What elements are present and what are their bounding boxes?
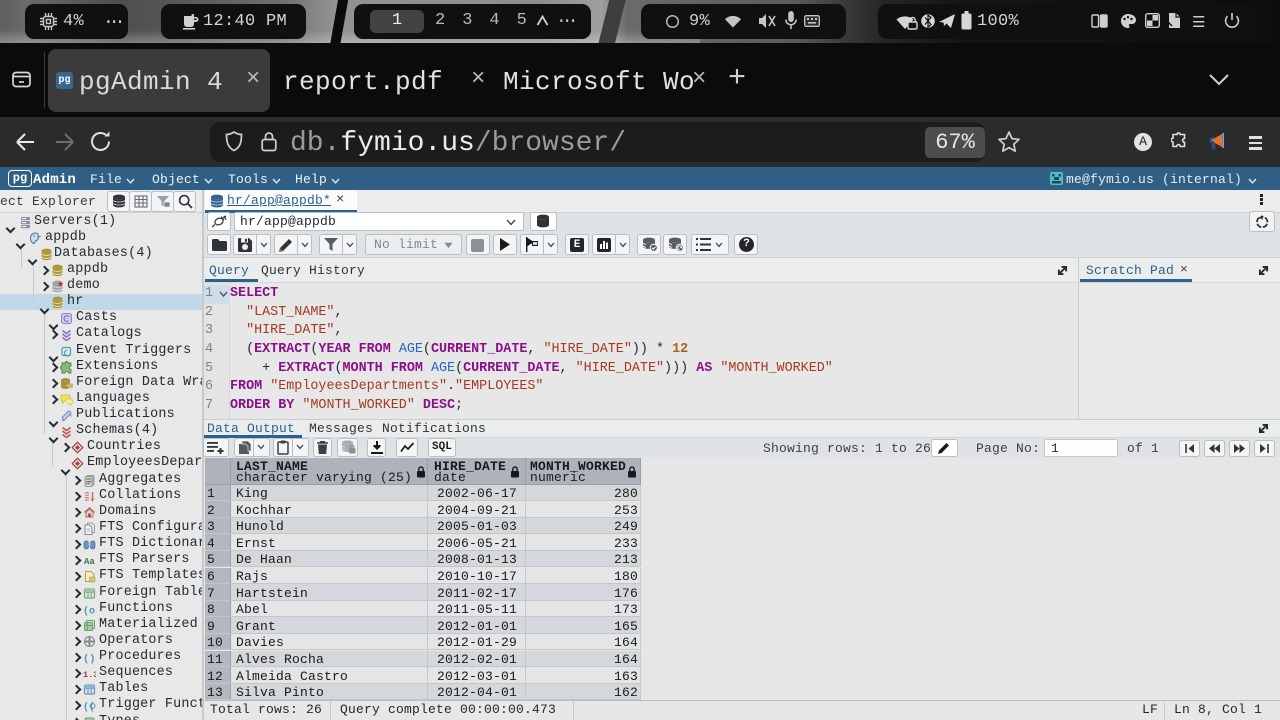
svg-text:1.3: 1.3: [83, 670, 96, 680]
svg-text:(): (): [83, 654, 96, 665]
svg-text:(ο): (ο): [83, 605, 96, 616]
svg-text:Aa: Aa: [84, 557, 95, 567]
svg-text:((: ((: [83, 702, 95, 713]
